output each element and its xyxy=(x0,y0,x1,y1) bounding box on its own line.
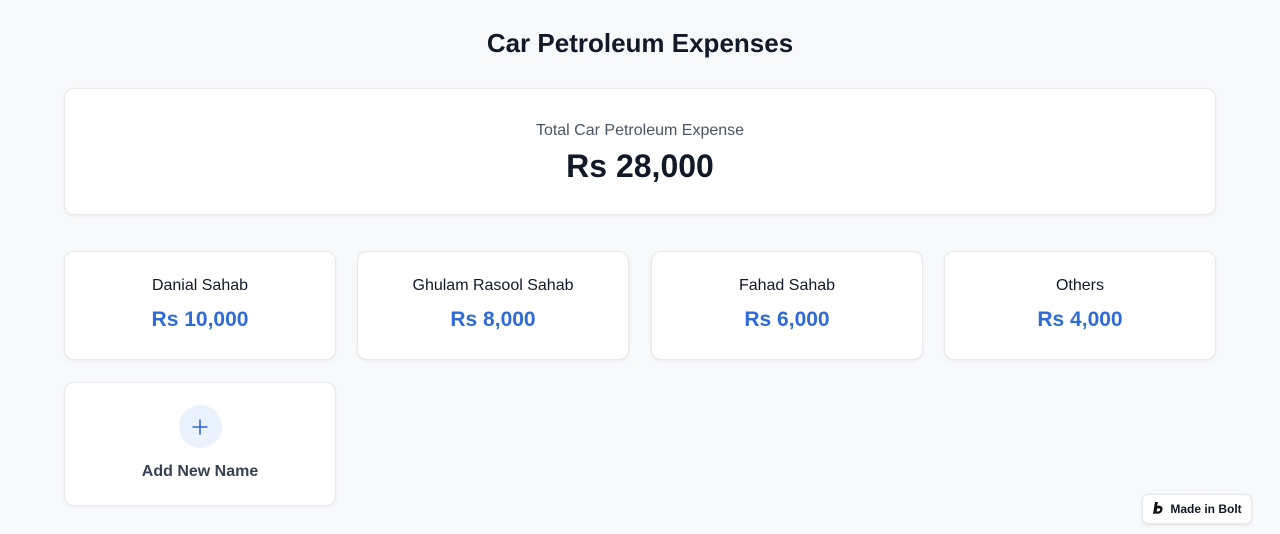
made-in-bolt-badge[interactable]: Made in Bolt xyxy=(1142,494,1252,524)
person-name: Others xyxy=(1055,277,1104,294)
person-card-ghulam-rasool[interactable]: Ghulam Rasool Sahab Rs 8,000 xyxy=(357,251,629,360)
total-expense-label: Total Car Petroleum Expense xyxy=(535,122,745,139)
person-name: Danial Sahab xyxy=(151,277,249,294)
total-expense-value: Rs 28,000 xyxy=(566,148,714,184)
person-amount: Rs 8,000 xyxy=(450,308,536,331)
plus-icon xyxy=(178,405,222,448)
person-card-others[interactable]: Others Rs 4,000 xyxy=(944,251,1216,360)
add-new-name-button[interactable]: Add New Name xyxy=(64,382,336,506)
person-card-fahad[interactable]: Fahad Sahab Rs 6,000 xyxy=(651,251,923,360)
made-in-bolt-label: Made in Bolt xyxy=(1170,502,1242,516)
bolt-logo-icon xyxy=(1152,501,1165,518)
page: Car Petroleum Expenses Total Car Petrole… xyxy=(0,0,1280,534)
add-new-name-label: Add New Name xyxy=(141,463,259,480)
person-amount: Rs 6,000 xyxy=(744,308,830,331)
person-name: Ghulam Rasool Sahab xyxy=(412,277,574,294)
total-expense-card: Total Car Petroleum Expense Rs 28,000 xyxy=(64,88,1216,215)
page-title: Car Petroleum Expenses xyxy=(486,28,794,58)
person-amount: Rs 10,000 xyxy=(151,308,249,331)
person-card-danial[interactable]: Danial Sahab Rs 10,000 xyxy=(64,251,336,360)
person-amount: Rs 4,000 xyxy=(1037,308,1123,331)
person-name: Fahad Sahab xyxy=(738,277,836,294)
